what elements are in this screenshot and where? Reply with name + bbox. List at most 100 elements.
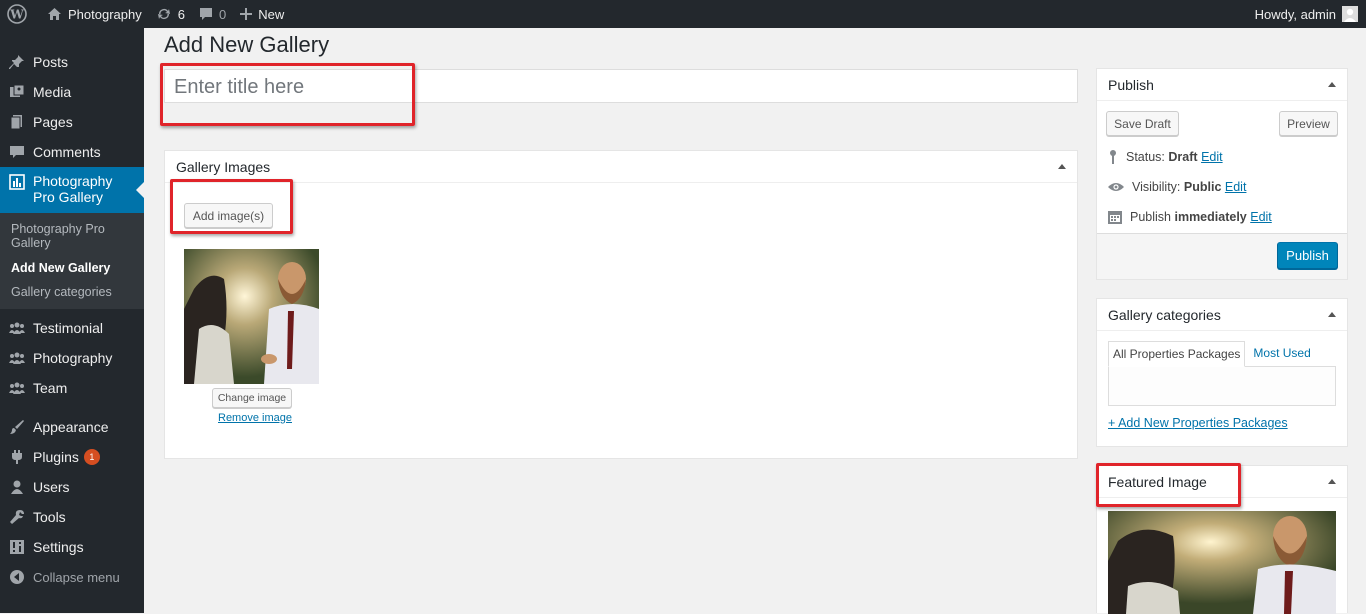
plus-icon: [240, 8, 253, 20]
featured-image-header[interactable]: Featured Image: [1097, 466, 1347, 498]
gallery-thumbnail: [184, 249, 319, 384]
site-name: Photography: [68, 6, 142, 22]
avatar: [1342, 6, 1358, 22]
add-new-category-link[interactable]: + Add New Properties Packages: [1097, 406, 1347, 430]
preview-button[interactable]: Preview: [1279, 111, 1338, 136]
wordpress-logo-icon[interactable]: W: [0, 0, 40, 28]
media-icon: [8, 83, 26, 101]
visibility-label: Visibility:: [1132, 180, 1181, 194]
gallery-categories-header[interactable]: Gallery categories: [1097, 299, 1347, 331]
collapse-toggle-icon[interactable]: [1328, 82, 1336, 87]
collapse-menu-button[interactable]: Collapse menu: [0, 562, 144, 592]
publish-button[interactable]: Publish: [1277, 242, 1338, 269]
groups-icon: [8, 379, 26, 397]
tab-all-properties-packages[interactable]: All Properties Packages: [1108, 341, 1246, 367]
publish-actions: Publish: [1097, 233, 1347, 279]
updates-count: 6: [177, 6, 185, 22]
menu-photography[interactable]: Photography: [0, 343, 144, 373]
menu-users[interactable]: Users: [0, 472, 144, 502]
settings-icon: [8, 538, 26, 556]
menu-media[interactable]: Media: [0, 77, 144, 107]
edit-date-link[interactable]: Edit: [1250, 210, 1272, 224]
greeting: Howdy, admin: [1254, 6, 1336, 22]
post-title-input[interactable]: Enter title here: [164, 69, 1078, 103]
menu-label: Photography Pro Gallery: [33, 173, 113, 205]
menu-label: Pages: [33, 114, 73, 130]
updates-icon: [157, 9, 170, 20]
admin-sidebar: Posts Media Pages Comments Photography P…: [0, 28, 144, 613]
eye-icon: [1108, 183, 1124, 191]
menu-label: Comments: [33, 144, 101, 160]
pin-icon: [8, 53, 26, 71]
menu-tools[interactable]: Tools: [0, 502, 144, 532]
add-images-button[interactable]: Add image(s): [184, 203, 273, 228]
menu-label: Appearance: [33, 419, 109, 435]
wrench-icon: [8, 508, 26, 526]
menu-label: Posts: [33, 54, 69, 70]
comments-count: 0: [218, 6, 227, 22]
menu-comments[interactable]: Comments: [0, 137, 144, 167]
edit-status-link[interactable]: Edit: [1201, 150, 1223, 164]
plug-icon: [8, 448, 26, 466]
menu-plugins[interactable]: Plugins 1: [0, 442, 144, 472]
tab-most-used[interactable]: Most Used: [1249, 341, 1314, 367]
admin-bar: W Photography 6 0 New Howdy, admin: [0, 0, 1366, 28]
new-label: New: [258, 6, 285, 22]
comment-bubble-icon: [199, 8, 212, 20]
publish-date-row: Publish immediately Edit: [1097, 202, 1347, 232]
site-name-link[interactable]: Photography: [40, 0, 149, 28]
gallery-categories-heading: Gallery categories: [1108, 306, 1221, 323]
new-content-link[interactable]: New: [233, 0, 291, 28]
menu-settings[interactable]: Settings: [0, 532, 144, 562]
featured-image-box: Featured Image: [1096, 465, 1348, 614]
menu-label: Testimonial: [33, 320, 104, 336]
menu-label: Settings: [33, 539, 84, 555]
status-row: Status: Draft Edit: [1097, 142, 1347, 172]
user-icon: [8, 478, 26, 496]
category-checklist: [1108, 366, 1336, 406]
collapse-toggle-icon[interactable]: [1058, 164, 1066, 169]
menu-posts[interactable]: Posts: [0, 47, 144, 77]
gallery-icon: [8, 173, 26, 191]
collapse-label: Collapse menu: [33, 569, 120, 585]
main-content: Add New Gallery Enter title here Gallery…: [144, 28, 1366, 614]
comments-icon: [8, 143, 26, 161]
publish-date-value: immediately: [1174, 210, 1247, 224]
groups-icon: [8, 319, 26, 337]
collapse-toggle-icon[interactable]: [1328, 479, 1336, 484]
collapse-arrow-icon: [8, 568, 26, 586]
menu-photography-pro-gallery[interactable]: Photography Pro Gallery: [0, 167, 144, 213]
brush-icon: [8, 418, 26, 436]
my-account[interactable]: Howdy, admin: [1255, 6, 1366, 22]
gallery-categories-box: Gallery categories All Properties Packag…: [1096, 298, 1348, 447]
collapse-toggle-icon[interactable]: [1328, 312, 1336, 317]
visibility-row: Visibility: Public Edit: [1097, 172, 1347, 202]
save-draft-button[interactable]: Save Draft: [1106, 111, 1179, 136]
publish-header[interactable]: Publish: [1097, 69, 1347, 101]
remove-image-link[interactable]: Remove image: [218, 412, 292, 424]
menu-testimonial[interactable]: Testimonial: [0, 313, 144, 343]
comments-link[interactable]: 0: [192, 0, 233, 28]
featured-image-thumbnail[interactable]: [1108, 511, 1336, 614]
visibility-value: Public: [1183, 180, 1222, 194]
menu-pages[interactable]: Pages: [0, 107, 144, 137]
change-image-button[interactable]: Change image: [212, 388, 292, 408]
gallery-submenu: Photography Pro Gallery Add New Gallery …: [0, 213, 144, 309]
edit-visibility-link[interactable]: Edit: [1225, 180, 1247, 194]
updates-link[interactable]: 6: [149, 0, 192, 28]
status-label: Status:: [1126, 150, 1165, 164]
submenu-all-galleries[interactable]: Photography Pro Gallery: [0, 218, 144, 254]
gallery-images-header[interactable]: Gallery Images: [165, 151, 1077, 183]
featured-image-heading: Featured Image: [1108, 473, 1207, 490]
menu-appearance[interactable]: Appearance: [0, 412, 144, 442]
publish-box: Publish Save Draft Preview Status: Draft…: [1096, 68, 1348, 280]
submenu-add-new-gallery[interactable]: Add New Gallery: [0, 257, 144, 279]
menu-label: Users: [33, 479, 70, 495]
svg-text:W: W: [9, 8, 24, 22]
pages-icon: [8, 113, 26, 131]
calendar-icon: [1108, 211, 1122, 224]
menu-team[interactable]: Team: [0, 373, 144, 403]
plugins-update-badge: 1: [83, 449, 100, 465]
home-icon: [48, 8, 61, 20]
submenu-gallery-categories[interactable]: Gallery categories: [0, 281, 144, 303]
